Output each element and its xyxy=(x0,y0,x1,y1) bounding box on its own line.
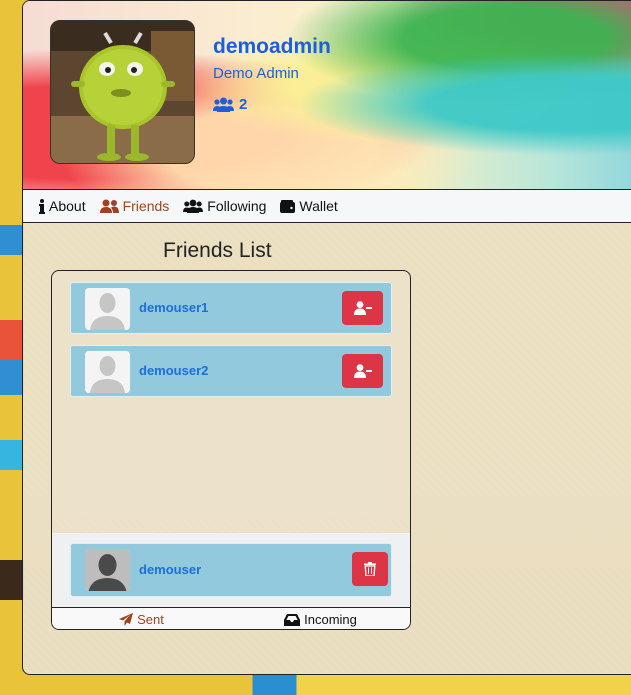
profile-name: demoadmin xyxy=(213,35,331,58)
friends-count-value: 2 xyxy=(239,96,248,113)
nav-wallet-label: Wallet xyxy=(299,198,338,214)
nav-friends-label: Friends xyxy=(122,198,170,214)
paper-plane-icon xyxy=(119,613,134,626)
friends-list-title: Friends List xyxy=(163,239,272,262)
friend-avatar xyxy=(85,351,130,393)
remove-friend-button[interactable] xyxy=(342,354,383,388)
sent-request-avatar xyxy=(85,549,130,591)
default-user-avatar-icon xyxy=(85,288,130,330)
tab-sent[interactable]: Sent xyxy=(52,608,231,629)
profile-display-name: Demo Admin xyxy=(213,65,299,82)
wallet-icon xyxy=(280,199,296,213)
tab-incoming-label: Incoming xyxy=(304,612,357,627)
user-minus-icon xyxy=(353,301,372,315)
info-icon xyxy=(39,198,45,214)
friend-name[interactable]: demouser1 xyxy=(139,300,208,315)
request-tabs: Sent Incoming xyxy=(52,607,410,629)
tab-incoming[interactable]: Incoming xyxy=(231,608,410,629)
friend-avatar xyxy=(85,288,130,330)
friend-name[interactable]: demouser2 xyxy=(139,363,208,378)
nav-following[interactable]: Following xyxy=(183,198,266,214)
nav-about[interactable]: About xyxy=(39,198,86,214)
background-strip xyxy=(0,0,24,695)
cancel-request-button[interactable] xyxy=(352,552,388,586)
sent-requests-area: demouser xyxy=(52,533,410,607)
nav-wallet[interactable]: Wallet xyxy=(280,198,338,214)
nav-friends[interactable]: Friends xyxy=(99,198,170,214)
trash-icon xyxy=(364,562,376,576)
background-bottom xyxy=(0,673,631,695)
sent-request-row[interactable]: demouser xyxy=(70,543,392,597)
friend-row[interactable]: demouser2 xyxy=(70,345,392,397)
sent-request-name[interactable]: demouser xyxy=(139,562,201,577)
monster-avatar-icon xyxy=(51,21,194,163)
users-icon xyxy=(213,97,234,112)
tab-sent-label: Sent xyxy=(137,612,164,627)
inbox-icon xyxy=(284,613,301,626)
nav-about-label: About xyxy=(49,198,86,214)
dark-user-avatar-icon xyxy=(85,549,130,591)
friends-count[interactable]: 2 xyxy=(213,96,247,113)
friend-row[interactable]: demouser1 xyxy=(70,282,392,334)
friends-list-panel: demouser1 demouser2 demouser Sent Incomi… xyxy=(51,270,411,630)
profile-avatar xyxy=(50,20,195,164)
remove-friend-button[interactable] xyxy=(342,291,383,325)
user-friends-icon xyxy=(99,199,119,213)
profile-card: demoadmin Demo Admin 2 About Friends Fol… xyxy=(22,0,631,675)
user-minus-icon xyxy=(353,364,372,378)
default-user-avatar-icon xyxy=(85,351,130,393)
users-icon xyxy=(183,199,204,213)
profile-nav: About Friends Following Wallet xyxy=(23,189,631,223)
nav-following-label: Following xyxy=(207,198,267,214)
